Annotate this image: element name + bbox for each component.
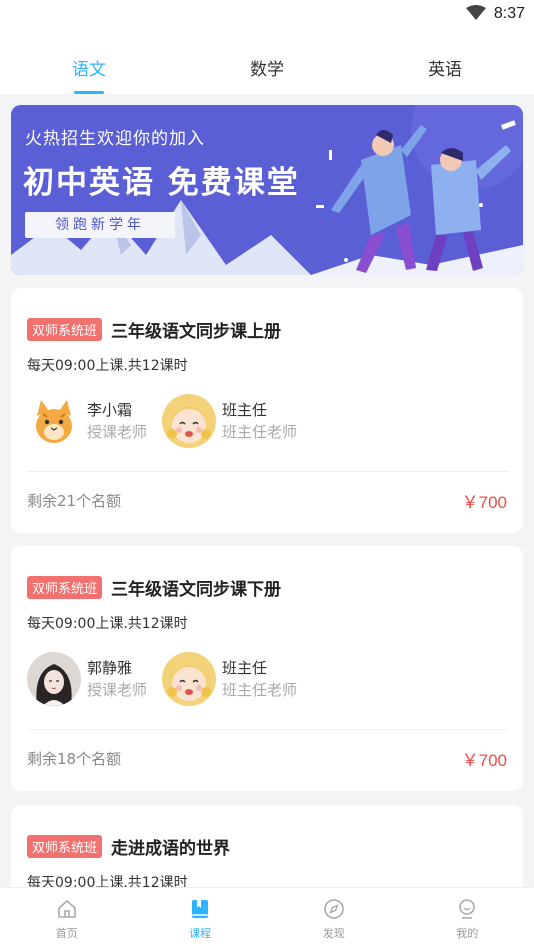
course-title: 走进成语的世界 <box>111 839 231 859</box>
nav-courses-label: 课程 <box>189 927 212 940</box>
woman-avatar <box>27 652 81 706</box>
anime-girl-avatar <box>162 652 216 706</box>
status-bar: 8:37 <box>0 0 534 30</box>
teacher-role: 授课老师 <box>87 423 148 441</box>
banner-tagline: 领跑新学年 <box>25 212 175 238</box>
compass-icon <box>323 899 344 919</box>
profile-icon <box>459 899 476 919</box>
class-type-badge: 双师系统班 <box>27 318 103 341</box>
nav-discover-label: 发现 <box>322 927 345 940</box>
cat-avatar <box>27 394 81 448</box>
book-icon <box>192 900 209 918</box>
tab-math[interactable]: 数学 <box>178 30 356 94</box>
teacher-info: 郭静雅 授课老师 <box>27 652 147 706</box>
course-schedule: 每天09:00上课.共12课时 <box>27 358 188 374</box>
class-type-badge: 双师系统班 <box>27 835 103 858</box>
head-teacher-name: 班主任 <box>222 401 268 419</box>
nav-home[interactable]: 首页 <box>0 888 134 949</box>
divider <box>27 471 509 472</box>
course-price: ￥700 <box>461 751 507 770</box>
wifi-icon <box>466 5 486 20</box>
nav-profile[interactable]: 我的 <box>401 888 534 949</box>
teacher-name: 郭静雅 <box>87 659 133 677</box>
course-title: 三年级语文同步课上册 <box>111 322 282 342</box>
nav-home-label: 首页 <box>55 927 78 940</box>
head-teacher-role: 班主任老师 <box>222 681 298 699</box>
head-teacher-info: 班主任 班主任老师 <box>162 652 297 706</box>
nav-discover[interactable]: 发现 <box>267 888 401 949</box>
anime-girl-avatar <box>162 394 216 448</box>
head-teacher-role: 班主任老师 <box>222 423 298 441</box>
teacher-role: 授课老师 <box>87 681 148 699</box>
remaining-seats: 剩余18个名额 <box>27 750 122 768</box>
course-schedule: 每天09:00上课.共12课时 <box>27 616 188 632</box>
tab-english[interactable]: 英语 <box>356 30 534 94</box>
subject-tabs: 语文 数学 英语 <box>0 30 534 94</box>
banner-headline: 初中英语 免费课堂 <box>23 165 300 201</box>
head-teacher-name: 班主任 <box>222 659 268 677</box>
teacher-info: 李小霜 授课老师 <box>27 394 147 448</box>
status-time: 8:37 <box>493 5 525 22</box>
course-title: 三年级语文同步课下册 <box>111 580 282 600</box>
head-teacher-info: 班主任 班主任老师 <box>162 394 297 448</box>
nav-profile-label: 我的 <box>456 927 479 940</box>
teacher-name: 李小霜 <box>87 401 133 419</box>
bottom-nav: 首页 课程 发现 我的 <box>0 887 534 949</box>
tab-chinese[interactable]: 语文 <box>0 30 178 94</box>
course-card[interactable]: 双师系统班 三年级语文同步课下册 每天09:00上课.共12课时 郭静雅 授课老… <box>11 546 523 791</box>
promo-banner[interactable]: 火热招生欢迎你的加入 初中英语 免费课堂 领跑新学年 <box>11 105 523 275</box>
remaining-seats: 剩余21个名额 <box>27 492 122 510</box>
class-type-badge: 双师系统班 <box>27 576 103 599</box>
banner-subtitle: 火热招生欢迎你的加入 <box>25 129 205 149</box>
nav-courses[interactable]: 课程 <box>134 888 268 949</box>
home-icon <box>57 900 76 918</box>
divider <box>27 729 509 730</box>
course-card[interactable]: 双师系统班 三年级语文同步课上册 每天09:00上课.共12课时 李小霜 授课老… <box>11 288 523 533</box>
course-price: ￥700 <box>461 493 507 512</box>
